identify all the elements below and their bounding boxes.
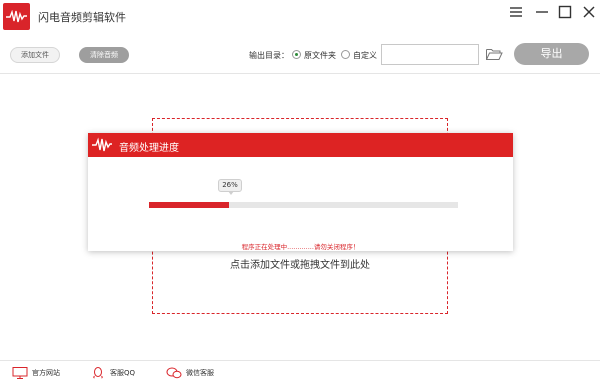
radio-original-label[interactable]: 原文件夹 (304, 50, 336, 61)
minimize-icon[interactable] (533, 3, 551, 21)
monitor-icon (12, 367, 28, 379)
wechat-label[interactable]: 微信客服 (186, 368, 214, 378)
dialog-header: 音频处理进度 (88, 133, 513, 157)
footer: 官方网站 客服QQ 微信客服 (0, 360, 600, 382)
dialog-title: 音频处理进度 (119, 143, 179, 154)
app-logo-icon (3, 3, 30, 30)
radio-custom-folder[interactable] (341, 50, 350, 59)
progress-dialog: 音频处理进度 26% 程序正在处理中.............请勿关闭程序！ (88, 133, 513, 251)
output-dir-label: 输出目录： (249, 51, 289, 60)
add-file-button[interactable]: 添加文件 (10, 47, 60, 63)
website-label[interactable]: 官方网站 (32, 368, 60, 378)
processing-note: 程序正在处理中.............请勿关闭程序！ (241, 243, 360, 251)
radio-custom-label[interactable]: 自定义 (353, 50, 377, 61)
export-button[interactable]: 导出 (514, 43, 589, 65)
clear-audio-button[interactable]: 清除音频 (79, 47, 129, 63)
radio-original-folder[interactable] (292, 50, 301, 59)
qq-label[interactable]: 客服QQ (110, 368, 135, 378)
close-icon[interactable] (580, 3, 598, 21)
drop-hint-text: 点击添加文件或拖拽文件到此处 (230, 260, 370, 271)
progress-track (149, 202, 458, 208)
progress-fill (149, 202, 230, 208)
progress-percent-badge: 26% (218, 179, 242, 195)
qq-icon (93, 367, 103, 379)
title-bar: 闪电音频剪辑软件 (0, 0, 600, 34)
app-title: 闪电音频剪辑软件 (38, 11, 126, 24)
maximize-icon[interactable] (556, 3, 574, 21)
wechat-icon (166, 367, 182, 379)
dialog-logo-icon (92, 136, 112, 154)
output-path-input[interactable] (381, 44, 479, 65)
toolbar: 添加文件 清除音频 输出目录： 原文件夹 自定义 导出 (0, 34, 600, 74)
menu-icon[interactable] (507, 3, 525, 21)
folder-icon[interactable] (485, 46, 503, 62)
